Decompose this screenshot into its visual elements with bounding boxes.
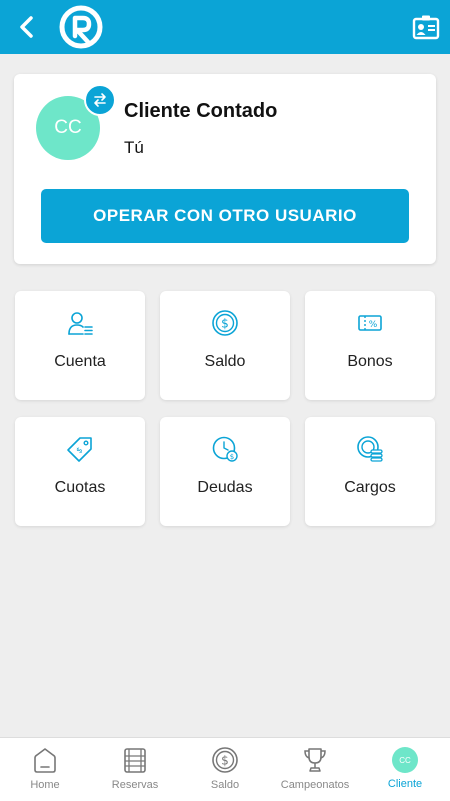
top-app-bar: [0, 0, 450, 54]
trophy-icon: [304, 748, 326, 772]
nav-label: Reservas: [111, 779, 159, 791]
svg-text:$: $: [230, 453, 234, 461]
tile-cargos[interactable]: Cargos: [305, 417, 435, 526]
home-icon: [34, 748, 56, 773]
tile-label: Bonos: [347, 353, 393, 370]
nav-label: Home: [30, 779, 60, 791]
coin-stack-icon: [357, 436, 383, 462]
nav-label: Cliente: [387, 778, 423, 790]
nav-item-home[interactable]: Home: [0, 738, 90, 801]
svg-text:$: $: [221, 754, 229, 768]
tile-bonos[interactable]: % Bonos: [305, 291, 435, 400]
nav-item-campeonatos[interactable]: Campeonatos: [270, 738, 360, 801]
user-name: Cliente Contado: [124, 100, 278, 122]
price-tag-icon: $: [67, 437, 92, 462]
tile-cuotas[interactable]: $ Cuotas: [15, 417, 145, 526]
svg-text:$: $: [221, 317, 229, 331]
user-card: CC Cliente Contado Tú OPERAR CON OTRO US…: [14, 74, 436, 264]
bottom-nav: Home Reservas $ Saldo Campeonatos CC Cli…: [0, 737, 450, 801]
user-list-icon: [68, 312, 93, 335]
tile-cuenta[interactable]: Cuenta: [15, 291, 145, 400]
tile-label: Cuenta: [54, 353, 106, 370]
user-role: Tú: [124, 138, 144, 157]
app-logo-icon[interactable]: [58, 4, 104, 50]
tile-label: Cargos: [344, 479, 396, 496]
dollar-coin-icon: $: [212, 310, 238, 336]
tile-label: Deudas: [197, 479, 253, 496]
avatar-initials: CC: [54, 117, 82, 138]
percent-ticket-icon: %: [358, 315, 382, 331]
nav-label: Campeonatos: [280, 779, 350, 791]
svg-text:%: %: [369, 320, 378, 330]
id-card-icon[interactable]: [412, 14, 440, 40]
menu-grid: Cuenta $ Saldo % Bonos $ Cuotas $ Deudas…: [15, 291, 435, 526]
tile-label: Saldo: [204, 353, 246, 370]
nav-item-saldo[interactable]: $ Saldo: [180, 738, 270, 801]
tile-label: Cuotas: [54, 479, 106, 496]
chevron-left-icon[interactable]: [14, 14, 40, 40]
tile-saldo[interactable]: $ Saldo: [160, 291, 290, 400]
operate-other-user-button[interactable]: OPERAR CON OTRO USUARIO: [41, 189, 409, 243]
tile-deudas[interactable]: $ Deudas: [160, 417, 290, 526]
clock-coin-icon: $: [212, 436, 238, 462]
calendar-grid-icon: [124, 748, 146, 773]
nav-label: Saldo: [210, 779, 240, 791]
nav-item-cliente[interactable]: CC Cliente: [360, 738, 450, 801]
dollar-coin-icon: $: [212, 747, 238, 773]
swap-arrows-icon: [94, 93, 106, 107]
svg-text:$: $: [74, 445, 84, 455]
avatar: CC: [392, 747, 418, 773]
switch-user-badge[interactable]: [84, 84, 116, 116]
nav-item-reservas[interactable]: Reservas: [90, 738, 180, 801]
nav-avatar-initials: CC: [399, 755, 411, 765]
